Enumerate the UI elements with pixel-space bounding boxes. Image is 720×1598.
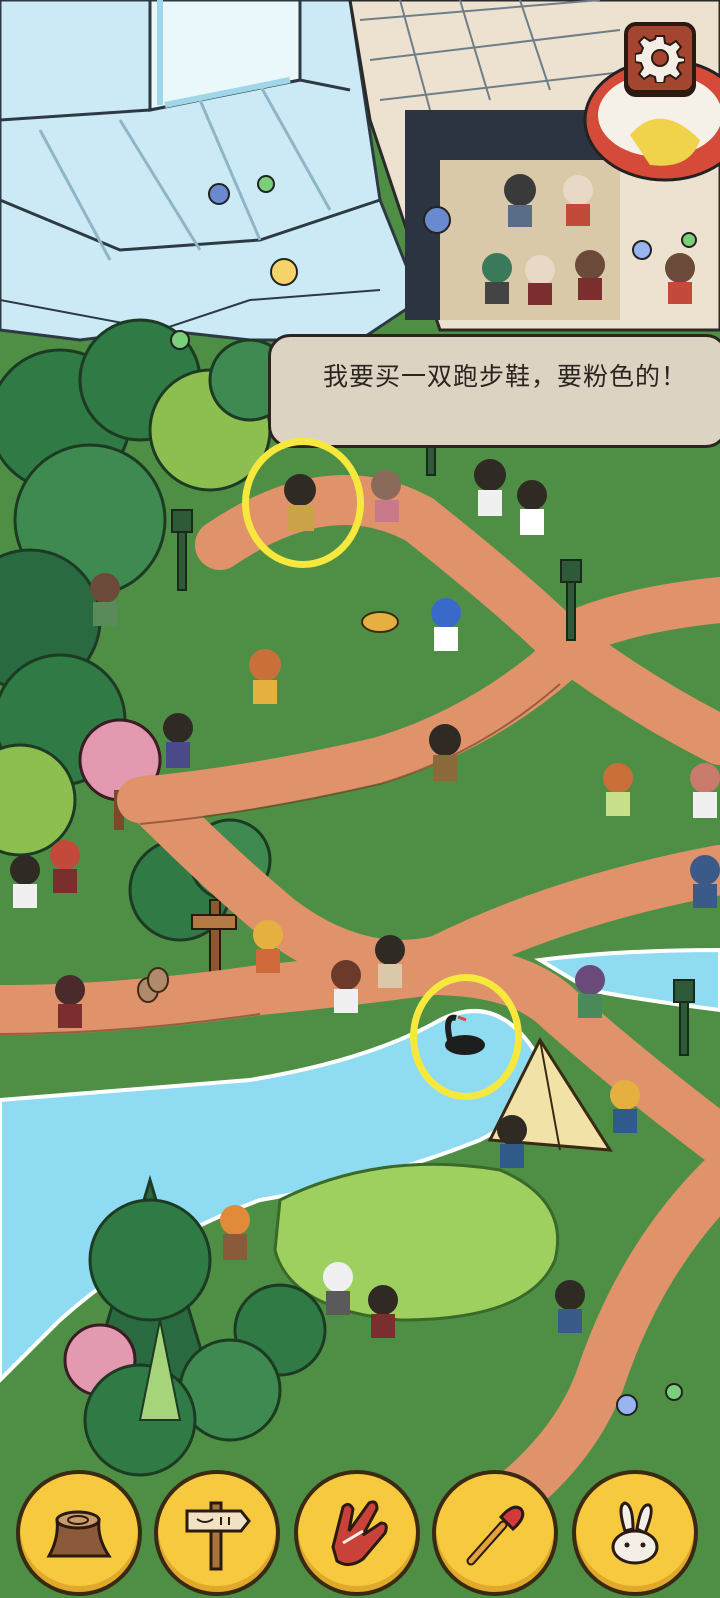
found-marker-black-swan — [410, 974, 522, 1100]
dialog-text: 我要买一双跑步鞋，要粉色的！ — [323, 362, 688, 391]
settings-button[interactable] — [624, 22, 696, 94]
gear-icon — [635, 35, 685, 83]
lawn — [273, 1162, 560, 1322]
target-item-wooden-signpost[interactable] — [154, 1470, 280, 1596]
wooden-signpost-icon — [185, 1501, 251, 1571]
paintbrush-icon — [466, 1505, 525, 1566]
park-scene[interactable] — [0, 0, 720, 1598]
target-item-rabbit[interactable] — [572, 1470, 698, 1596]
target-items-bar — [0, 1460, 720, 1598]
target-item-tree-stump[interactable] — [16, 1470, 142, 1596]
red-glove-icon — [331, 1500, 388, 1566]
target-item-paintbrush[interactable] — [432, 1470, 558, 1596]
rabbit-icon — [611, 1501, 659, 1565]
target-item-red-glove[interactable] — [294, 1470, 420, 1596]
dialog-bubble: 我要买一双跑步鞋，要粉色的！ — [268, 334, 720, 448]
found-marker-bench-person — [242, 438, 364, 568]
tree-stump-icon — [46, 1510, 112, 1558]
